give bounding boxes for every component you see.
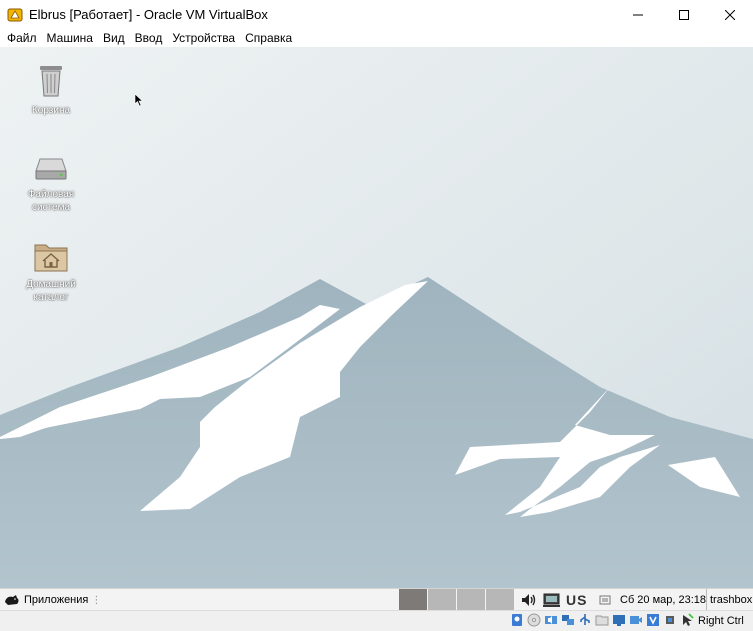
guest-taskbar: Приложения ⋮ US Сб 20 мар, 23:18 trashbo… xyxy=(0,588,753,611)
host-key-indicator[interactable]: Right Ctrl xyxy=(698,611,744,631)
menu-view[interactable]: Вид xyxy=(100,31,128,45)
user-name[interactable]: trashbox xyxy=(706,589,752,611)
xfce-mouse-icon xyxy=(5,595,19,605)
window-titlebar[interactable]: Elbrus [Работает] - Oracle VM VirtualBox xyxy=(0,0,753,29)
notification-icon[interactable] xyxy=(599,594,611,606)
desktop-icon-label: Файловая система xyxy=(27,189,75,213)
video-capture-icon[interactable] xyxy=(629,613,643,627)
optical-drive-icon[interactable] xyxy=(527,613,541,627)
system-tray: US xyxy=(520,589,587,611)
menu-input[interactable]: Ввод xyxy=(132,31,166,45)
network-icon[interactable] xyxy=(542,592,562,608)
panel-grip-icon: ⋮ xyxy=(91,594,102,606)
shared-folders-icon[interactable] xyxy=(595,613,609,627)
maximize-icon xyxy=(679,9,689,20)
maximize-button[interactable] xyxy=(661,0,707,29)
cpu-icon[interactable] xyxy=(663,613,677,627)
home-folder-icon xyxy=(34,244,68,272)
minimize-icon xyxy=(633,14,643,15)
workspace-3[interactable] xyxy=(457,589,485,611)
workspace-1[interactable] xyxy=(399,589,427,611)
hard-disk-icon[interactable] xyxy=(510,613,524,627)
clock[interactable]: Сб 20 мар, 23:18 xyxy=(620,589,706,611)
menu-bar: Файл Машина Вид Ввод Устройства Справка xyxy=(0,29,753,47)
menu-devices[interactable]: Устройства xyxy=(169,31,238,45)
usb-icon[interactable] xyxy=(578,613,592,627)
menu-help[interactable]: Справка xyxy=(242,31,295,45)
virtualization-icon[interactable] xyxy=(646,613,660,627)
virtualbox-status-bar: Right Ctrl xyxy=(0,610,753,631)
desktop-icon-home[interactable]: Домашний каталог xyxy=(11,239,91,304)
desktop-icon-filesystem[interactable]: Файловая система xyxy=(11,153,91,214)
network-adapter-icon[interactable] xyxy=(561,613,575,627)
keyboard-layout-indicator[interactable]: US xyxy=(566,592,587,608)
desktop-icon-label: Домашний каталог xyxy=(26,279,76,303)
workspace-4[interactable] xyxy=(486,589,514,611)
close-button[interactable] xyxy=(707,0,753,29)
trash-icon xyxy=(40,66,62,97)
menu-machine[interactable]: Машина xyxy=(44,31,96,45)
mountain-wallpaper xyxy=(0,47,753,610)
applications-menu-button[interactable]: Приложения ⋮ xyxy=(0,589,101,611)
guest-desktop[interactable]: Корзина Файловая система Домашний катало… xyxy=(0,47,753,610)
menu-file[interactable]: Файл xyxy=(4,31,40,45)
workspace-switcher xyxy=(399,589,515,611)
desktop-icon-trash[interactable]: Корзина xyxy=(11,63,91,117)
minimize-button[interactable] xyxy=(615,0,661,29)
mouse-integration-icon[interactable] xyxy=(680,613,694,627)
applications-label: Приложения xyxy=(24,594,89,606)
desktop-icon-label: Корзина xyxy=(31,105,71,116)
window-title: Elbrus [Работает] - Oracle VM VirtualBox xyxy=(29,7,268,22)
display-icon[interactable] xyxy=(612,613,626,627)
mouse-cursor-icon xyxy=(134,93,144,107)
workspace-2[interactable] xyxy=(428,589,456,611)
virtualbox-app-icon xyxy=(7,8,23,21)
close-icon xyxy=(725,9,735,20)
volume-icon[interactable] xyxy=(520,592,538,608)
audio-icon[interactable] xyxy=(544,613,558,627)
drive-icon xyxy=(35,158,67,180)
